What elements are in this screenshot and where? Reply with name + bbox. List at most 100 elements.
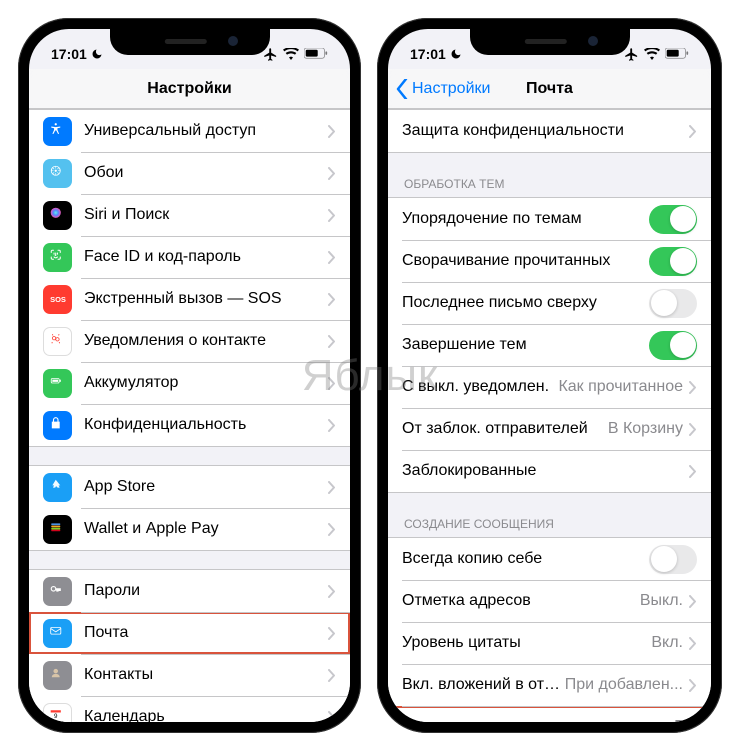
toggle-switch[interactable] bbox=[649, 247, 697, 276]
chevron-right-icon bbox=[328, 251, 336, 264]
row-label: Завершение тем bbox=[402, 336, 649, 354]
settings-row-sos[interactable]: SOS Экстренный вызов — SOS bbox=[29, 278, 350, 320]
calendar-icon: 9 bbox=[43, 703, 72, 723]
siri-icon bbox=[43, 201, 72, 230]
mail-row[interactable]: Защита конфиденциальности bbox=[388, 110, 711, 152]
chevron-right-icon bbox=[328, 167, 336, 180]
settings-row-privacy[interactable]: Конфиденциальность bbox=[29, 404, 350, 446]
mail-row[interactable]: Уровень цитатыВкл. bbox=[388, 622, 711, 664]
chevron-right-icon bbox=[689, 595, 697, 608]
chevron-right-icon bbox=[328, 377, 336, 390]
mail-row[interactable]: От заблок. отправителейВ Корзину bbox=[388, 408, 711, 450]
row-label: Универсальный доступ bbox=[84, 122, 328, 140]
navbar: Настройки bbox=[29, 69, 350, 109]
mail-row[interactable]: Заблокированные bbox=[388, 450, 711, 492]
page-title: Настройки bbox=[29, 80, 350, 98]
chevron-right-icon bbox=[328, 523, 336, 536]
airplane-icon bbox=[263, 47, 278, 62]
section-header: СОЗДАНИЕ СООБЩЕНИЯ bbox=[388, 511, 711, 537]
row-label: Вкл. вложений в ответ bbox=[402, 676, 565, 694]
faceid-icon bbox=[43, 243, 72, 272]
toggle-switch[interactable] bbox=[649, 331, 697, 360]
airplane-icon bbox=[624, 47, 639, 62]
chevron-right-icon bbox=[689, 381, 697, 394]
row-label: Подпись bbox=[402, 718, 674, 722]
row-label: С выкл. уведомлен. bbox=[402, 378, 558, 396]
chevron-right-icon bbox=[328, 711, 336, 723]
exposure-icon bbox=[43, 327, 72, 356]
sos-icon: SOS bbox=[43, 285, 72, 314]
row-detail: 5 bbox=[674, 718, 683, 722]
settings-row-contacts[interactable]: Контакты bbox=[29, 654, 350, 696]
mail-row[interactable]: Завершение тем bbox=[388, 324, 711, 366]
battery-icon bbox=[43, 369, 72, 398]
settings-row-faceid[interactable]: Face ID и код-пароль bbox=[29, 236, 350, 278]
chevron-right-icon bbox=[328, 627, 336, 640]
row-label: Пароли bbox=[84, 582, 328, 600]
row-label: Всегда копию себе bbox=[402, 550, 649, 568]
svg-text:SOS: SOS bbox=[50, 295, 66, 304]
status-time: 17:01 bbox=[51, 46, 87, 62]
wallpaper-icon bbox=[43, 159, 72, 188]
row-label: Wallet и Apple Pay bbox=[84, 520, 328, 538]
row-label: Конфиденциальность bbox=[84, 416, 328, 434]
settings-row-siri[interactable]: Siri и Поиск bbox=[29, 194, 350, 236]
row-label: Контакты bbox=[84, 666, 328, 684]
settings-row-mail[interactable]: Почта bbox=[29, 612, 350, 654]
chevron-left-icon bbox=[396, 79, 408, 99]
mail-row[interactable]: Сворачивание прочитанных bbox=[388, 240, 711, 282]
mail-row[interactable]: Вкл. вложений в ответПри добавлен... bbox=[388, 664, 711, 706]
mail-row[interactable]: Подпись5 bbox=[388, 706, 711, 722]
mail-row[interactable]: Всегда копию себе bbox=[388, 538, 711, 580]
settings-row-appstore[interactable]: App Store bbox=[29, 466, 350, 508]
screen-left: 17:01 Настройки Универсальный доступ Обои… bbox=[29, 29, 350, 722]
row-label: Заблокированные bbox=[402, 462, 689, 480]
row-detail: Как прочитанное bbox=[558, 378, 683, 396]
svg-text:9: 9 bbox=[54, 713, 58, 720]
wallet-icon bbox=[43, 515, 72, 544]
mail-row[interactable]: Последнее письмо сверху bbox=[388, 282, 711, 324]
status-time: 17:01 bbox=[410, 46, 446, 62]
screen-right: 17:01 Настройки Почта Защита конфиденциа… bbox=[388, 29, 711, 722]
settings-row-battery[interactable]: Аккумулятор bbox=[29, 362, 350, 404]
row-label: Упорядочение по темам bbox=[402, 210, 649, 228]
moon-icon bbox=[91, 48, 103, 60]
mail-row[interactable]: С выкл. уведомлен.Как прочитанное bbox=[388, 366, 711, 408]
row-label: Siri и Поиск bbox=[84, 206, 328, 224]
mail-row[interactable]: Упорядочение по темам bbox=[388, 198, 711, 240]
settings-row-exposure[interactable]: Уведомления о контакте bbox=[29, 320, 350, 362]
settings-list[interactable]: Универсальный доступ Обои Siri и Поиск Face… bbox=[29, 109, 350, 722]
back-button[interactable]: Настройки bbox=[388, 79, 490, 99]
settings-row-calendar[interactable]: 9 Календарь bbox=[29, 696, 350, 722]
mail-row[interactable]: Отметка адресовВыкл. bbox=[388, 580, 711, 622]
settings-row-wallpaper[interactable]: Обои bbox=[29, 152, 350, 194]
chevron-right-icon bbox=[328, 481, 336, 494]
appstore-icon bbox=[43, 473, 72, 502]
toggle-switch[interactable] bbox=[649, 545, 697, 574]
toggle-switch[interactable] bbox=[649, 289, 697, 318]
battery-icon bbox=[304, 48, 328, 60]
moon-icon bbox=[450, 48, 462, 60]
row-label: Face ID и код-пароль bbox=[84, 248, 328, 266]
accessibility-icon bbox=[43, 117, 72, 146]
wifi-icon bbox=[644, 48, 660, 60]
row-label: Последнее письмо сверху bbox=[402, 294, 649, 312]
chevron-right-icon bbox=[328, 125, 336, 138]
mail-settings-list[interactable]: Защита конфиденциальностиОБРАБОТКА ТЕМУп… bbox=[388, 109, 711, 722]
battery-icon bbox=[665, 48, 689, 60]
row-label: От заблок. отправителей bbox=[402, 420, 608, 438]
row-label: Календарь bbox=[84, 708, 328, 722]
row-label: Отметка адресов bbox=[402, 592, 640, 610]
settings-row-wallet[interactable]: Wallet и Apple Pay bbox=[29, 508, 350, 550]
row-label: Экстренный вызов — SOS bbox=[84, 290, 328, 308]
settings-row-passwords[interactable]: Пароли bbox=[29, 570, 350, 612]
toggle-switch[interactable] bbox=[649, 205, 697, 234]
settings-row-accessibility[interactable]: Универсальный доступ bbox=[29, 110, 350, 152]
back-label: Настройки bbox=[412, 80, 490, 98]
chevron-right-icon bbox=[689, 423, 697, 436]
chevron-right-icon bbox=[328, 585, 336, 598]
wifi-icon bbox=[283, 48, 299, 60]
navbar: Настройки Почта bbox=[388, 69, 711, 109]
chevron-right-icon bbox=[328, 669, 336, 682]
row-detail: В Корзину bbox=[608, 420, 683, 438]
